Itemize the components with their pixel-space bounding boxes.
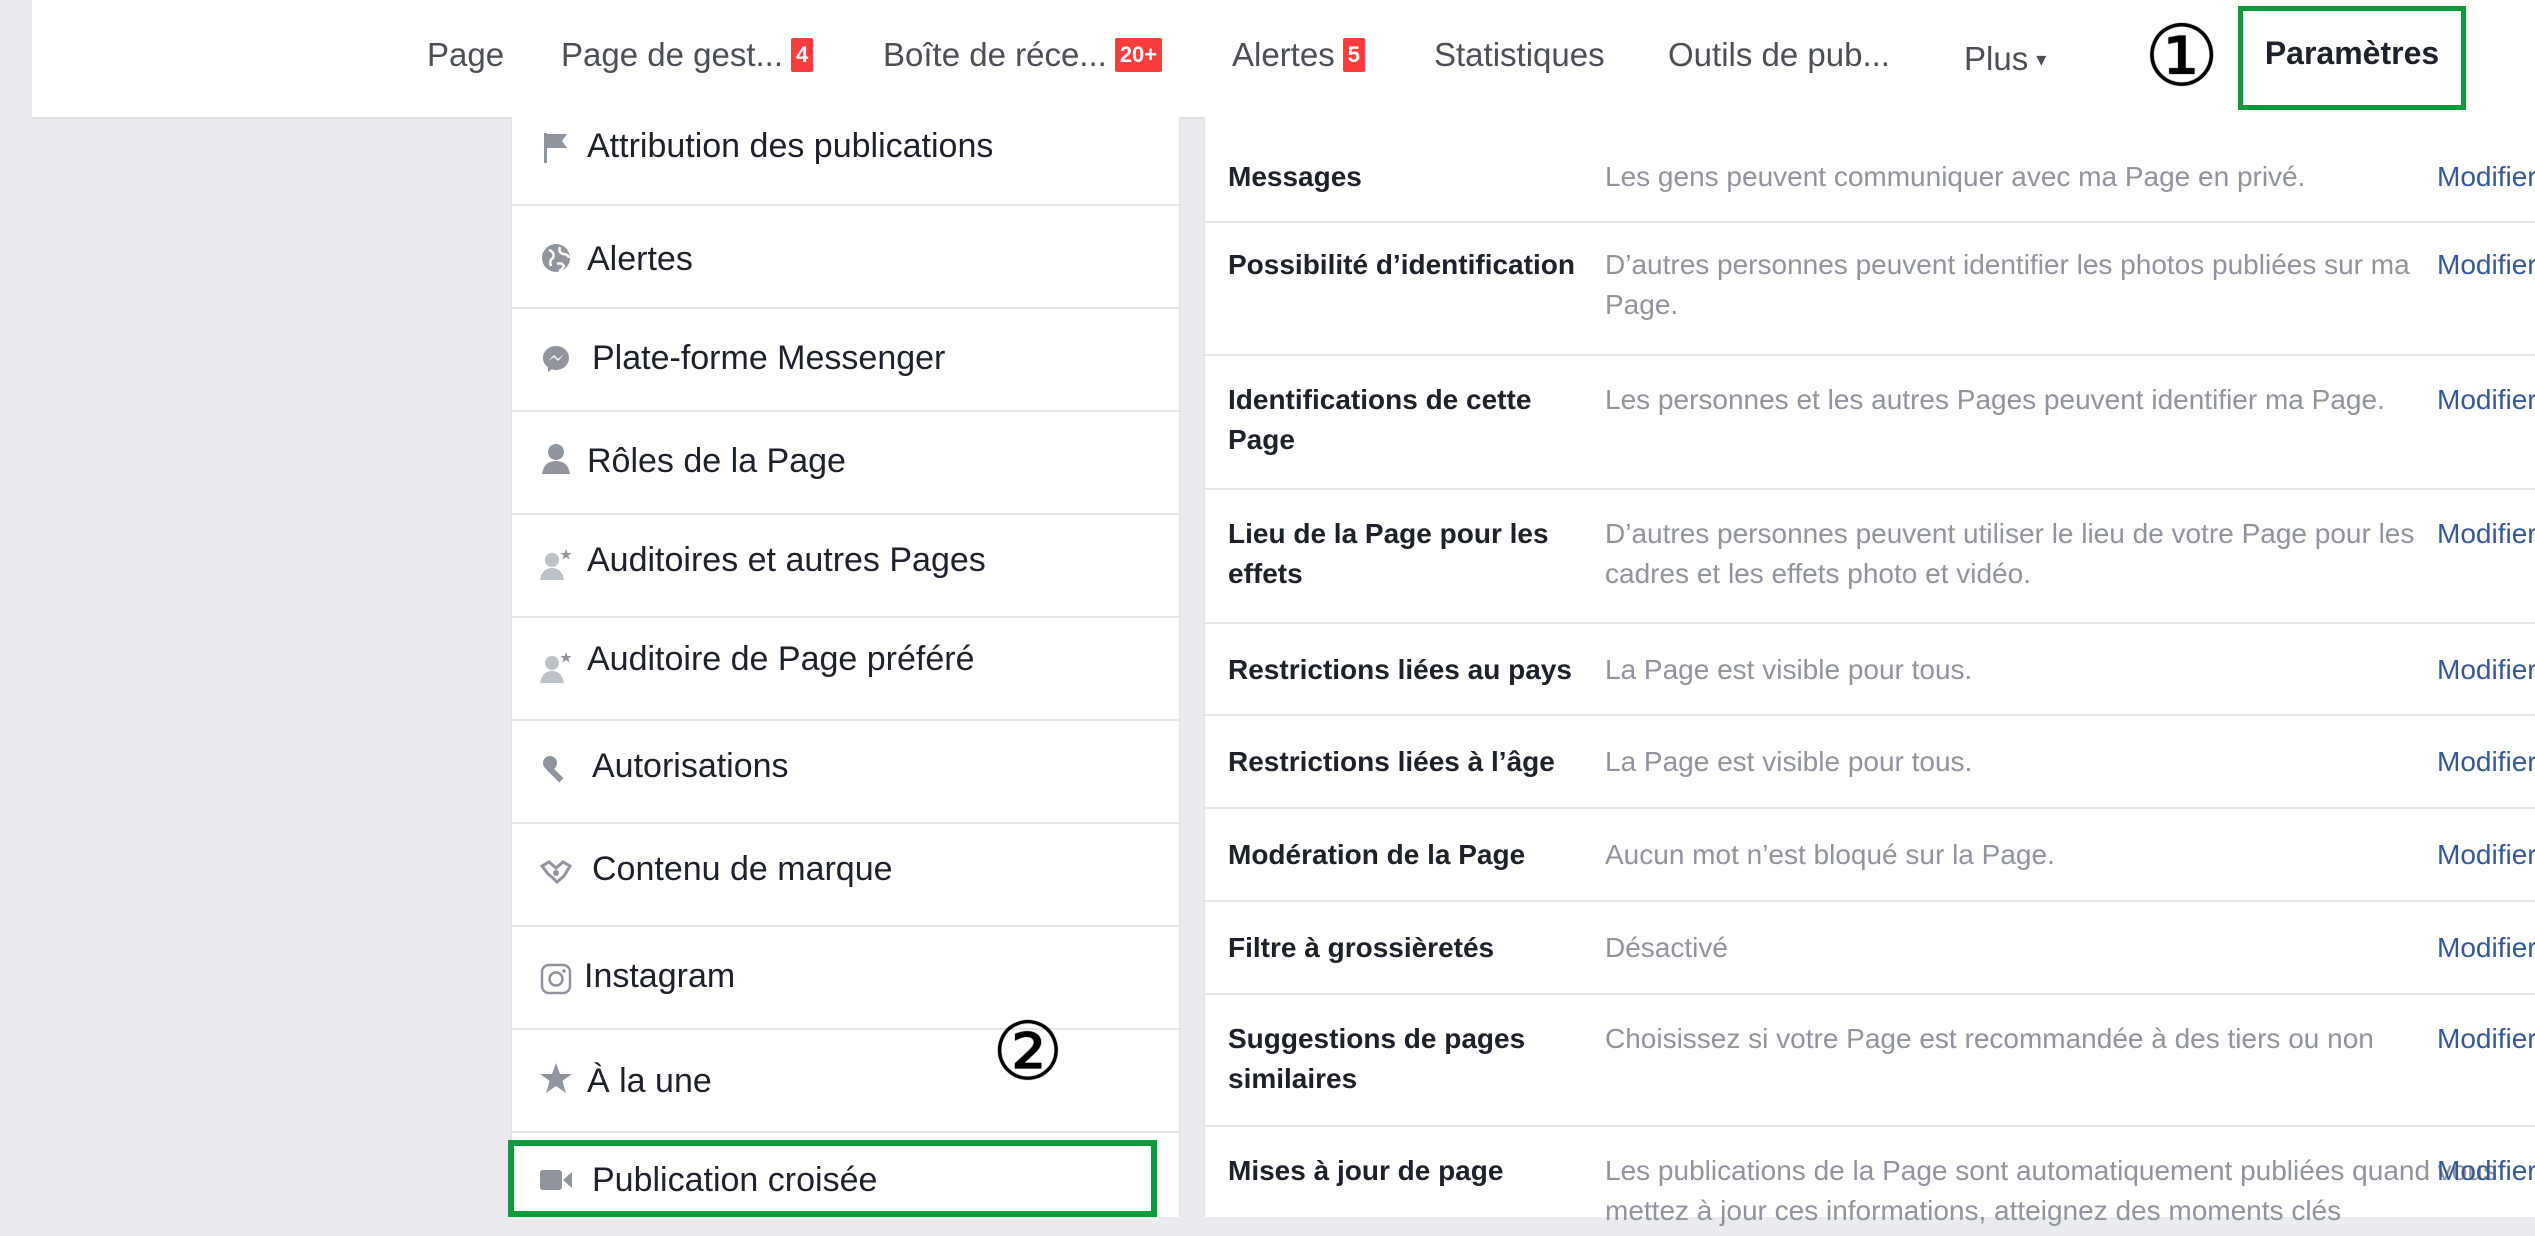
setting-description: D’autres personnes peuvent utiliser le l…: [1605, 518, 2415, 589]
sidebar-item-label: Attribution des publications: [587, 127, 994, 165]
sidebar-item-permissions[interactable]: Autorisations: [512, 721, 1179, 824]
sidebar-item-preferred-audience[interactable]: Auditoire de Page préféré: [512, 618, 1179, 721]
setting-description: Les publications de la Page sont automat…: [1605, 1155, 2497, 1226]
nav-page-label: Page: [427, 36, 505, 73]
tab-settings-label: Paramètres: [2264, 35, 2440, 71]
settings-row-page-location-effects: Lieu de la Page pour les effets D’autres…: [1205, 490, 2535, 624]
setting-description: Aucun mot n’est bloqué sur la Page.: [1605, 839, 2055, 870]
sidebar-item-instagram[interactable]: Instagram: [512, 927, 1179, 1030]
setting-description: La Page est visible pour tous.: [1605, 746, 1973, 777]
step-2-marker: ②: [992, 1005, 1064, 1098]
setting-description: La Page est visible pour tous.: [1605, 654, 1973, 685]
instagram-icon: [539, 963, 573, 997]
setting-description: Les personnes et les autres Pages peuven…: [1605, 384, 2385, 415]
nav-statistics-label: Statistiques: [1434, 36, 1605, 73]
sidebar-item-label: À la une: [587, 1062, 712, 1100]
settings-sidebar: Attribution des publications Alertes Pla…: [511, 117, 1180, 1217]
nav-more[interactable]: Plus ▾: [1964, 34, 2046, 84]
sidebar-item-messenger-platform[interactable]: Plate-forme Messenger: [512, 309, 1179, 412]
nav-alerts[interactable]: Alertes 5: [1232, 30, 1365, 80]
notification-badge: 4: [791, 38, 814, 72]
nav-page-management-label: Page de gest...: [561, 36, 783, 73]
step-1-marker: ①: [2144, 7, 2220, 105]
setting-label: Suggestions de pages similaires: [1228, 1023, 1526, 1094]
edit-link[interactable]: Modifier: [2437, 245, 2535, 285]
sidebar-item-label: Auditoire de Page préféré: [587, 640, 975, 678]
nav-page-management[interactable]: Page de gest... 4: [561, 30, 814, 80]
setting-label: Filtre à grossièretés: [1228, 932, 1495, 963]
sidebar-item-alerts[interactable]: Alertes: [512, 206, 1179, 309]
person-star-icon: [539, 650, 573, 684]
edit-link[interactable]: Modifier: [2437, 1151, 2535, 1191]
handshake-icon: [539, 856, 573, 890]
nav-more-label: Plus: [1964, 40, 2029, 77]
setting-description: Désactivé: [1605, 932, 1728, 963]
settings-row-page-moderation: Modération de la Page Aucun mot n’est bl…: [1205, 809, 2535, 902]
settings-row-page-updates: Mises à jour de page Les publications de…: [1205, 1127, 2535, 1226]
settings-row-tags-of-page: Identifications de cette Page Les person…: [1205, 356, 2535, 490]
sidebar-item-label: Plate-forme Messenger: [592, 339, 946, 377]
edit-link[interactable]: Modifier: [2437, 928, 2535, 968]
setting-label: Identifications de cette Page: [1228, 384, 1532, 455]
star-icon: [539, 1062, 573, 1096]
wrench-icon: [539, 753, 573, 787]
settings-row-tagging-ability: Possibilité d’identification D’autres pe…: [1205, 223, 2535, 356]
tab-settings[interactable]: Paramètres: [2238, 6, 2466, 110]
nav-page[interactable]: Page: [427, 30, 504, 80]
edit-link[interactable]: Modifier: [2437, 380, 2535, 420]
sidebar-item-label: Rôles de la Page: [587, 442, 846, 480]
nav-publishing-tools[interactable]: Outils de pub...: [1668, 30, 1890, 80]
sidebar-item-label: Auditoires et autres Pages: [587, 541, 986, 579]
edit-link[interactable]: Modifier: [2437, 650, 2535, 690]
edit-link[interactable]: Modifier: [2437, 514, 2535, 554]
sidebar-item-branded-content[interactable]: Contenu de marque: [512, 824, 1179, 927]
settings-row-similar-page-suggestions: Suggestions de pages similaires Choisiss…: [1205, 995, 2535, 1127]
nav-inbox-label: Boîte de réce...: [883, 36, 1107, 73]
edit-link[interactable]: Modifier: [2437, 1019, 2535, 1059]
setting-label: Mises à jour de page: [1228, 1155, 1504, 1186]
globe-icon: [539, 242, 573, 276]
sidebar-item-featured[interactable]: À la une: [512, 1030, 1179, 1133]
edit-link[interactable]: Modifier: [2437, 742, 2535, 782]
crossposting-highlight: [508, 1140, 1157, 1217]
notification-badge: 20+: [1114, 38, 1163, 72]
setting-label: Modération de la Page: [1228, 839, 1526, 870]
sidebar-item-label: Instagram: [584, 957, 736, 995]
setting-label: Messages: [1228, 161, 1362, 192]
nav-alerts-label: Alertes: [1232, 36, 1335, 73]
sidebar-item-page-roles[interactable]: Rôles de la Page: [512, 412, 1179, 515]
sidebar-item-audiences-and-other-pages[interactable]: Auditoires et autres Pages: [512, 515, 1179, 618]
sidebar-item-label: Alertes: [587, 240, 693, 278]
settings-table: Messages Les gens peuvent communiquer av…: [1204, 117, 2535, 1226]
messenger-icon: [539, 343, 573, 377]
sidebar-item-post-attribution[interactable]: Attribution des publications: [512, 103, 1179, 206]
settings-row-age-restrictions: Restrictions liées à l’âge La Page est v…: [1205, 716, 2535, 809]
sidebar-item-label: Contenu de marque: [592, 850, 893, 888]
flag-icon: [539, 131, 573, 165]
settings-row-messages: Messages Les gens peuvent communiquer av…: [1205, 131, 2535, 223]
setting-description: Choisissez si votre Page est recommandée…: [1605, 1023, 2374, 1054]
edit-link[interactable]: Modifier: [2437, 157, 2535, 197]
notification-badge: 5: [1342, 38, 1365, 72]
nav-publishing-tools-label: Outils de pub...: [1668, 36, 1890, 73]
setting-label: Restrictions liées à l’âge: [1228, 746, 1555, 777]
page-top-nav: Page Page de gest... 4 Boîte de réce... 20…: [32, 0, 2535, 119]
setting-label: Restrictions liées au pays: [1228, 654, 1572, 685]
setting-label: Possibilité d’identification: [1228, 249, 1575, 280]
person-icon: [539, 442, 573, 476]
edit-link[interactable]: Modifier: [2437, 835, 2535, 875]
sidebar-item-label: Autorisations: [592, 747, 789, 785]
nav-statistics[interactable]: Statistiques: [1434, 30, 1605, 80]
setting-label: Lieu de la Page pour les effets: [1228, 518, 1549, 589]
person-star-icon: [539, 547, 573, 581]
settings-row-country-restrictions: Restrictions liées au pays La Page est v…: [1205, 624, 2535, 716]
setting-description: D’autres personnes peuvent identifier le…: [1605, 249, 2410, 320]
setting-description: Les gens peuvent communiquer avec ma Pag…: [1605, 161, 2306, 192]
nav-inbox[interactable]: Boîte de réce... 20+: [883, 30, 1163, 80]
caret-down-icon: ▾: [2036, 49, 2047, 71]
settings-row-profanity-filter: Filtre à grossièretés Désactivé Modifier: [1205, 902, 2535, 995]
